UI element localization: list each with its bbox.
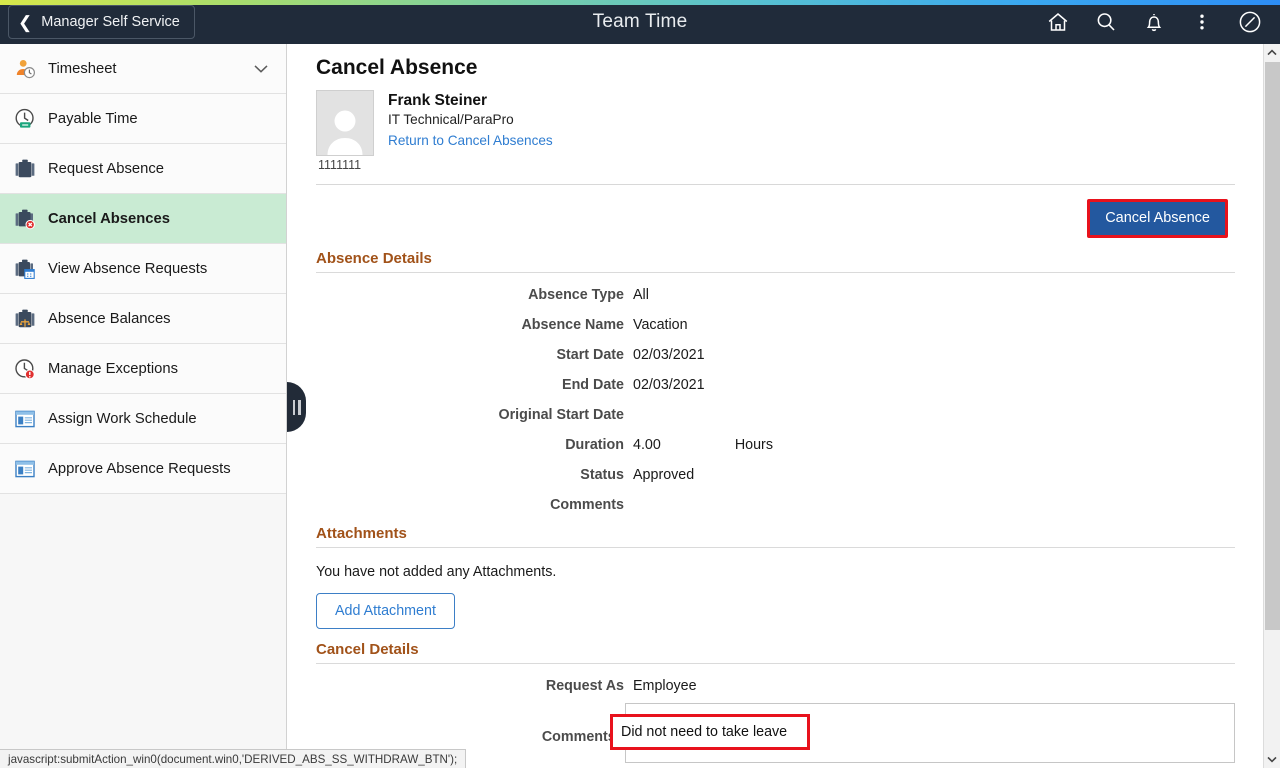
home-icon[interactable] [1034, 0, 1082, 44]
return-to-cancel-absences-link[interactable]: Return to Cancel Absences [388, 133, 553, 148]
field-value: Vacation [633, 316, 688, 333]
field-value: 02/03/2021 [633, 376, 705, 393]
field-label: Absence Name [521, 316, 624, 333]
field-end-date: End Date 02/03/2021 [316, 377, 1235, 393]
cancel-absence-button[interactable]: Cancel Absence [1087, 199, 1228, 238]
field-value: Approved [633, 466, 695, 483]
field-label: Start Date [556, 346, 624, 363]
field-request-as: Request As Employee [316, 678, 1235, 694]
handle-bar-left [292, 399, 295, 415]
field-value: All [633, 286, 649, 303]
sidebar-item-label: Cancel Absences [48, 210, 170, 227]
field-comments: Comments [316, 497, 1235, 513]
briefcase-cancel-icon [12, 206, 38, 232]
notifications-bell-icon[interactable] [1130, 0, 1178, 44]
employee-summary: 1111111 Frank Steiner IT Technical/ParaP… [316, 90, 1235, 172]
field-value: 02/03/2021 [633, 346, 705, 363]
navbar-compass-icon[interactable] [1226, 0, 1274, 44]
cancel-details-heading: Cancel Details [316, 640, 419, 658]
field-label: End Date [562, 376, 624, 393]
back-button-label: Manager Self Service [41, 14, 180, 30]
window-page-icon [12, 406, 38, 432]
sidebar-item-approve-absence-requests[interactable]: Approve Absence Requests [0, 444, 286, 494]
divider [316, 184, 1235, 185]
briefcase-balance-icon [12, 306, 38, 332]
sidebar-item-view-absence-requests[interactable]: View Absence Requests [0, 244, 286, 294]
employee-name: Frank Steiner [388, 92, 488, 109]
field-label: Duration [565, 436, 624, 453]
field-status: Status Approved [316, 467, 1235, 483]
add-attachment-button[interactable]: Add Attachment [316, 592, 455, 629]
sidebar-item-label: Assign Work Schedule [48, 410, 197, 427]
field-label: Request As [545, 677, 624, 694]
chevron-down-icon[interactable] [254, 64, 268, 73]
sidebar-item-manage-exceptions[interactable]: Manage Exceptions [0, 344, 286, 394]
cancel-comments-highlight[interactable]: Did not need to take leave [610, 714, 810, 750]
field-start-date: Start Date 02/03/2021 [316, 347, 1235, 363]
field-label: Comments [550, 496, 624, 513]
employee-job-title: IT Technical/ParaPro [388, 112, 514, 127]
back-button[interactable]: ❮ Manager Self Service [8, 5, 195, 39]
employee-id: 1111111 [318, 158, 362, 172]
payable-time-clock-icon [12, 106, 38, 132]
divider [316, 271, 1235, 273]
divider [316, 662, 1235, 664]
absence-details-heading: Absence Details [316, 249, 432, 267]
avatar [316, 90, 374, 156]
attachments-empty-text: You have not added any Attachments. [316, 563, 557, 580]
field-absence-name: Absence Name Vacation [316, 317, 1235, 333]
scroll-down-arrow-icon[interactable] [1264, 751, 1280, 768]
scrollbar-thumb[interactable] [1265, 62, 1280, 630]
sidebar-item-label: Absence Balances [48, 310, 171, 327]
sidebar-item-label: Manage Exceptions [48, 360, 178, 377]
timesheet-person-clock-icon [12, 56, 38, 82]
sidebar-item-label: Approve Absence Requests [48, 460, 231, 477]
sidebar-item-label: View Absence Requests [48, 260, 208, 277]
sidebar-item-request-absence[interactable]: Request Absence [0, 144, 286, 194]
briefcase-icon [12, 156, 38, 182]
divider [316, 546, 1235, 548]
header-icon-group [1034, 0, 1274, 44]
sidebar-item-label: Payable Time [48, 110, 138, 127]
sidebar-item-assign-work-schedule[interactable]: Assign Work Schedule [0, 394, 286, 444]
sidebar-item-timesheet[interactable]: Timesheet [0, 44, 286, 94]
browser-status-bar: javascript:submitAction_win0(document.wi… [0, 749, 467, 768]
page-title: Cancel Absence [316, 56, 478, 79]
handle-bar-right [298, 399, 301, 415]
field-duration: Duration 4.00 Hours [316, 437, 1235, 453]
search-icon[interactable] [1082, 0, 1130, 44]
field-value: 4.00 [633, 436, 661, 453]
actions-kebab-icon[interactable] [1178, 0, 1226, 44]
sidebar-item-payable-time[interactable]: Payable Time [0, 94, 286, 144]
field-value: Employee [633, 677, 697, 694]
sidebar-item-cancel-absences[interactable]: Cancel Absences [0, 194, 286, 244]
field-absence-type: Absence Type All [316, 287, 1235, 303]
scroll-up-arrow-icon[interactable] [1264, 44, 1280, 61]
attachments-heading: Attachments [316, 524, 407, 542]
sidebar-navigation: Timesheet Payable Time Request Absence C… [0, 44, 287, 768]
sidebar-item-label: Timesheet [48, 60, 117, 77]
field-value-unit: Hours [734, 436, 773, 453]
app-header: ❮ Manager Self Service Team Time [0, 0, 1280, 44]
vertical-scrollbar[interactable] [1263, 44, 1280, 768]
field-label: Original Start Date [498, 406, 624, 423]
clock-alert-icon [12, 356, 38, 382]
field-original-start-date: Original Start Date [316, 407, 1235, 423]
main-content: Cancel Absence 1111111 Frank Steiner IT … [288, 44, 1263, 768]
chevron-left-icon: ❮ [18, 12, 33, 32]
field-label: Status [580, 466, 624, 483]
briefcase-calendar-icon [12, 256, 38, 282]
sidebar-item-absence-balances[interactable]: Absence Balances [0, 294, 286, 344]
sidebar-item-label: Request Absence [48, 160, 164, 177]
window-page-icon [12, 456, 38, 482]
field-label: Absence Type [528, 286, 624, 303]
